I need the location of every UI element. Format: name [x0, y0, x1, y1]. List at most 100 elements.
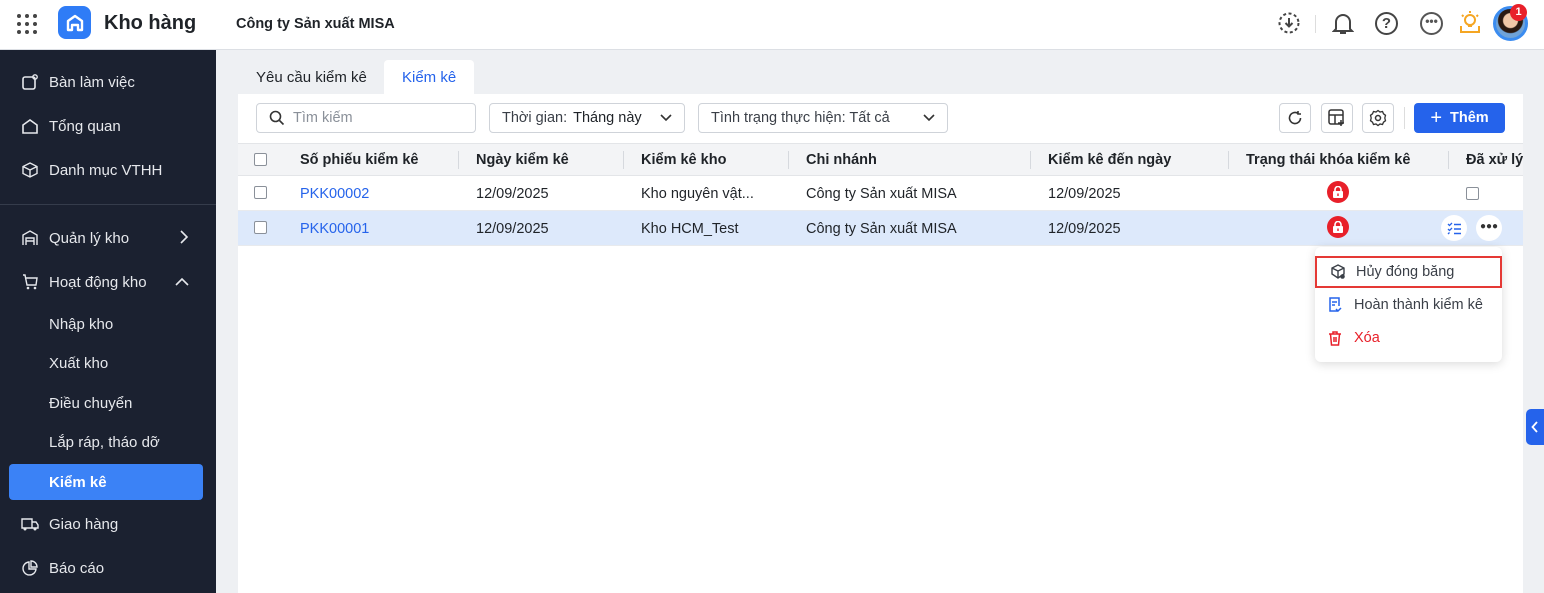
processed-checkbox[interactable]	[1466, 187, 1479, 200]
cart-icon	[21, 273, 39, 291]
voucher-code-link[interactable]: PKK00002	[300, 176, 369, 211]
sidebar-item-overview[interactable]: Tổng quan	[9, 108, 203, 144]
row-checkbox[interactable]	[254, 221, 267, 234]
app-logo-icon	[58, 6, 91, 39]
column-header[interactable]: Trạng thái khóa kiểm kê	[1246, 143, 1410, 176]
sidebar-item-label: Bàn làm việc	[49, 73, 135, 91]
company-name[interactable]: Công ty Sản xuất MISA	[236, 16, 395, 32]
sidebar-item-label: Báo cáo	[49, 559, 105, 577]
gear-icon	[1369, 109, 1387, 127]
checklist-button[interactable]	[1441, 215, 1467, 241]
select-all-checkbox[interactable]	[254, 153, 267, 166]
row-checkbox[interactable]	[254, 186, 267, 199]
sidebar-item-catalog[interactable]: Danh mục VTHH	[9, 152, 203, 188]
column-layout-button[interactable]	[1321, 103, 1353, 133]
time-filter-value: Tháng này	[573, 110, 642, 126]
voucher-code-link[interactable]: PKK00001	[300, 211, 369, 246]
tips-lightbulb-icon[interactable]	[1458, 9, 1482, 38]
sidebar-item-transfer[interactable]: Điều chuyển	[9, 385, 203, 421]
lock-icon	[1327, 216, 1349, 238]
warehouse-name: Kho nguyên vật...	[641, 185, 754, 202]
help-icon[interactable]: ?	[1375, 12, 1398, 35]
apps-grid-icon[interactable]	[17, 14, 37, 34]
sidebar-item-label: Giao hàng	[49, 515, 119, 533]
sidebar-item-label: Hoạt động kho	[49, 273, 147, 291]
sidebar-item-warehouse-activity[interactable]: Hoạt động kho	[9, 264, 203, 300]
check-date: 12/09/2025	[476, 185, 549, 202]
to-date: 12/09/2025	[1048, 185, 1121, 202]
warehouse-icon	[21, 229, 39, 247]
menu-item-label: Hủy đóng băng	[1356, 264, 1455, 280]
column-separator[interactable]	[458, 151, 459, 169]
status-filter-select[interactable]: Tình trạng thực hiện: Tất cả	[698, 103, 948, 133]
chevron-right-icon	[179, 230, 189, 248]
sidebar-item-label: Điều chuyển	[49, 394, 133, 412]
sidebar-item-label: Nhập kho	[49, 315, 114, 333]
column-separator[interactable]	[1448, 151, 1449, 169]
sidebar-item-reports[interactable]: Báo cáo	[9, 550, 203, 586]
status-filter-value: Tình trạng thực hiện: Tất cả	[711, 110, 890, 126]
tab-label: Kiểm kê	[402, 68, 457, 86]
menu-item-label: Hoàn thành kiểm kê	[1354, 297, 1483, 313]
checklist-icon	[1447, 222, 1461, 234]
sidebar-item-label: Danh mục VTHH	[49, 161, 163, 179]
sidebar-item-inventory-check[interactable]: Kiểm kê	[9, 464, 203, 500]
column-header[interactable]: Số phiếu kiểm kê	[300, 143, 418, 176]
column-header[interactable]: Kiểm kê đến ngày	[1048, 143, 1171, 176]
column-header[interactable]: Chi nhánh	[806, 143, 877, 176]
search-input[interactable]: Tìm kiếm	[256, 103, 476, 133]
sidebar-item-desk[interactable]: Bàn làm việc	[9, 64, 203, 100]
column-header[interactable]: Kiểm kê kho	[641, 143, 726, 176]
menu-item-unfreeze[interactable]: Hủy đóng băng	[1315, 256, 1502, 288]
lock-icon	[1327, 181, 1349, 203]
check-date: 12/09/2025	[476, 220, 549, 237]
sidebar-item-label: Lắp ráp, tháo dỡ	[49, 433, 160, 451]
notification-badge: 1	[1510, 4, 1527, 21]
chevron-up-icon	[175, 274, 189, 291]
document-check-icon	[1328, 297, 1344, 313]
home-icon	[21, 117, 39, 135]
sidebar-item-delivery[interactable]: Giao hàng	[9, 506, 203, 542]
box-icon	[21, 161, 39, 179]
sidebar-item-label: Kiểm kê	[49, 473, 107, 491]
column-header[interactable]: Ngày kiểm kê	[476, 143, 569, 176]
refresh-icon	[1288, 111, 1302, 125]
sidebar-item-label: Xuất kho	[49, 354, 109, 372]
plus-icon: +	[1430, 106, 1442, 129]
sidebar: Bàn làm việc Tổng quan Danh mục VTHH Quả…	[0, 50, 216, 593]
column-separator[interactable]	[1228, 151, 1229, 169]
sidebar-item-warehouse-management[interactable]: Quản lý kho	[9, 220, 203, 256]
more-apps-icon[interactable]: •••	[1420, 12, 1443, 35]
sidebar-item-assembly[interactable]: Lắp ráp, tháo dỡ	[9, 424, 203, 460]
sidebar-item-label: Quản lý kho	[49, 229, 130, 247]
time-filter-select[interactable]: Thời gian: Tháng này	[489, 103, 685, 133]
settings-button[interactable]	[1362, 103, 1394, 133]
column-separator[interactable]	[1030, 151, 1031, 169]
search-icon	[269, 110, 285, 126]
column-separator[interactable]	[623, 151, 624, 169]
add-button[interactable]: + Thêm	[1414, 103, 1505, 133]
menu-item-complete-check[interactable]: Hoàn thành kiểm kê	[1315, 289, 1502, 321]
desk-icon	[21, 73, 39, 91]
sidebar-item-import[interactable]: Nhập kho	[9, 306, 203, 342]
tab-inventory-check[interactable]: Kiểm kê	[384, 60, 475, 94]
column-separator[interactable]	[788, 151, 789, 169]
sidebar-item-export[interactable]: Xuất kho	[9, 345, 203, 381]
download-icon[interactable]	[1278, 12, 1300, 37]
warehouse-name: Kho HCM_Test	[641, 220, 739, 237]
refresh-button[interactable]	[1279, 103, 1311, 133]
menu-item-label: Xóa	[1354, 330, 1380, 346]
expand-panel-handle[interactable]	[1526, 409, 1544, 445]
time-filter-label: Thời gian:	[502, 110, 568, 126]
app-title: Kho hàng	[104, 12, 197, 34]
tab-inventory-request[interactable]: Yêu cầu kiểm kê	[238, 60, 385, 94]
search-placeholder: Tìm kiếm	[293, 110, 353, 126]
menu-item-delete[interactable]: Xóa	[1315, 322, 1502, 354]
bell-icon[interactable]	[1331, 12, 1355, 39]
column-header[interactable]: Đã xử lý	[1466, 143, 1523, 176]
top-bar: Kho hàng Công ty Sản xuất MISA ? ••• 1	[0, 0, 1544, 50]
to-date: 12/09/2025	[1048, 220, 1121, 237]
pie-chart-icon	[21, 559, 39, 577]
chevron-down-icon	[660, 114, 672, 122]
more-actions-button[interactable]: ●●●	[1476, 215, 1502, 241]
